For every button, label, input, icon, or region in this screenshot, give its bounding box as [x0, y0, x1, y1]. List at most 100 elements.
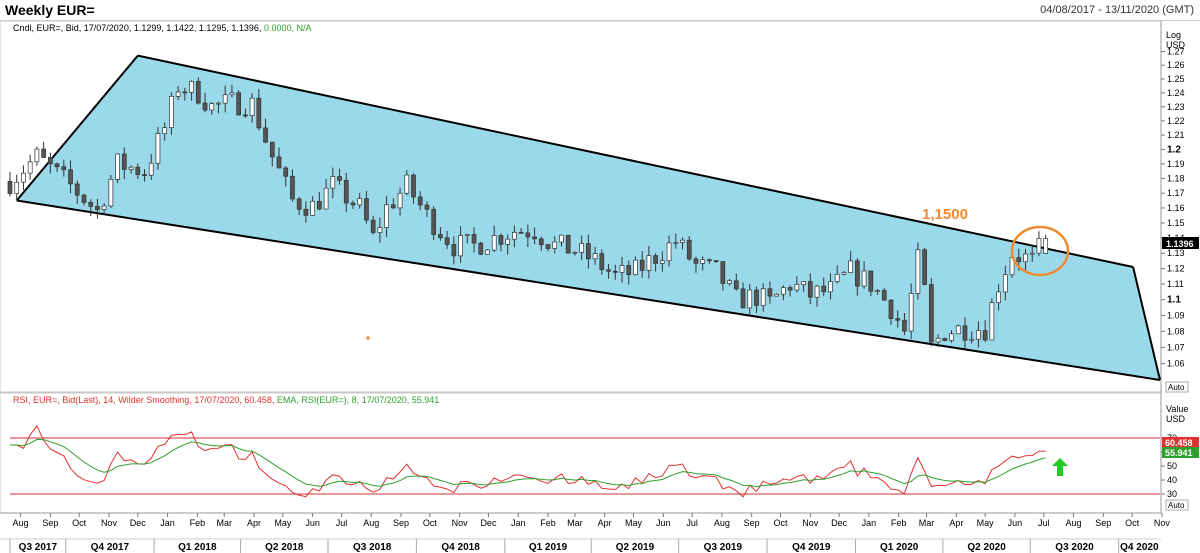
candle-body	[733, 280, 739, 290]
candle-body	[888, 299, 894, 319]
candle-body	[673, 242, 679, 244]
candle-body	[680, 239, 685, 243]
candle-body	[895, 318, 901, 321]
candle-body	[774, 293, 780, 297]
candle-body	[801, 281, 806, 285]
candle-body	[162, 127, 168, 134]
price-chart[interactable]: 1,1500 Cndl, EUR=, Bid, 17/07/2020, 1.12…	[0, 0, 1200, 553]
quarter-tick-label: Q2 2020	[967, 542, 1006, 553]
candle-body	[148, 162, 154, 176]
quarter-tick-label: Q3 2018	[353, 542, 392, 553]
candle-body	[693, 258, 699, 264]
candle-body	[875, 290, 880, 292]
candle-body	[370, 219, 376, 233]
candle-body	[364, 198, 369, 221]
svg-text:Cndl, EUR=, Bid, 17/07/2020, 1: Cndl, EUR=, Bid, 17/07/2020, 1.1299, 1.1…	[13, 23, 311, 33]
candle-body	[189, 81, 194, 93]
price-annotation: 1,1500	[922, 206, 968, 223]
candle-body	[115, 153, 120, 180]
month-tick-label: Nov	[1154, 518, 1171, 528]
candle-body	[343, 180, 349, 204]
month-tick-label: Oct	[72, 518, 87, 528]
month-tick-label: Jul	[336, 518, 348, 528]
month-tick-label: Jul	[686, 518, 698, 528]
month-tick-label: Jun	[1008, 518, 1023, 528]
candle-body	[444, 237, 450, 245]
month-tick-label: Aug	[1066, 518, 1082, 528]
month-tick-label: Apr	[247, 518, 261, 528]
candle-body	[88, 202, 94, 207]
rsi-line	[10, 424, 1046, 498]
price-tick-label: 1.11	[1167, 279, 1184, 289]
rsi-value-label: 60.458	[1165, 438, 1193, 448]
month-tick-label: May	[977, 518, 995, 528]
candle-body	[296, 198, 302, 210]
candle-body	[505, 238, 511, 245]
month-tick-label: Feb	[190, 518, 206, 528]
candle-body	[781, 287, 786, 295]
candle-body	[720, 261, 726, 284]
candle-body	[700, 259, 706, 264]
candle-body	[969, 338, 975, 341]
candle-body	[754, 289, 759, 306]
candle-body	[1029, 252, 1035, 255]
candle-body	[727, 280, 732, 284]
candle-body	[525, 232, 531, 238]
candle-body	[512, 231, 517, 240]
price-tick-label: 1.26	[1167, 60, 1185, 70]
rsi-panel-frame	[0, 392, 1162, 514]
quarter-tick-label: Q1 2018	[178, 542, 217, 553]
price-change-text: 0.0000, N/A	[264, 23, 312, 33]
candle-body	[61, 166, 67, 171]
last-price-label: 1.1396	[1166, 239, 1194, 249]
candle-body	[828, 281, 833, 293]
candle-body	[263, 127, 268, 143]
rsi-tick-label: 30	[1167, 489, 1177, 499]
candle-body	[619, 265, 625, 273]
quarter-tick-label: Q3 2017	[19, 542, 58, 553]
candle-body	[902, 319, 907, 332]
candle-body	[7, 181, 13, 194]
candle-body	[861, 270, 867, 287]
rsi-auto-button-label: Auto	[1168, 501, 1185, 510]
candle-body	[128, 166, 134, 170]
candle-body	[323, 187, 329, 210]
candle-body	[996, 291, 1001, 304]
auto-button-label: Auto	[1168, 383, 1185, 392]
candle-body	[572, 251, 578, 254]
price-tick-label: 1.19	[1167, 159, 1185, 169]
candle-body	[518, 231, 524, 234]
price-tick-label: 1.25	[1167, 74, 1185, 84]
candle-body	[760, 288, 766, 306]
candle-body	[243, 114, 248, 117]
month-tick-label: Sep	[42, 518, 58, 528]
candle-body	[229, 92, 235, 96]
candle-body	[417, 196, 423, 206]
candle-body	[95, 206, 100, 210]
quarter-tick-label: Q4 2017	[91, 542, 130, 553]
candle-body	[538, 238, 544, 246]
candle-body	[1002, 274, 1008, 293]
candle-body	[438, 234, 443, 239]
ema-line	[10, 438, 1046, 488]
month-tick-label: Aug	[714, 518, 730, 528]
candle-body	[686, 239, 692, 260]
price-tick-label: 1.07	[1167, 342, 1185, 352]
candle-body	[814, 285, 820, 298]
price-tick-label: 1.08	[1167, 326, 1185, 336]
candle-body	[794, 284, 800, 291]
candle-body	[14, 181, 20, 194]
candle-body	[841, 272, 847, 275]
candle-body	[121, 153, 127, 170]
quarter-tick-label: Q2 2018	[265, 542, 304, 553]
candle-body	[955, 325, 961, 335]
month-tick-label: Sep	[744, 518, 760, 528]
candle-body	[182, 91, 188, 94]
month-tick-label: Mar	[216, 518, 232, 528]
candle-body	[1016, 257, 1022, 263]
rsi-tick-label: 40	[1167, 475, 1177, 485]
month-tick-label: Oct	[423, 518, 438, 528]
candle-body	[317, 200, 322, 210]
candle-body	[431, 208, 437, 235]
candle-body	[666, 242, 672, 262]
